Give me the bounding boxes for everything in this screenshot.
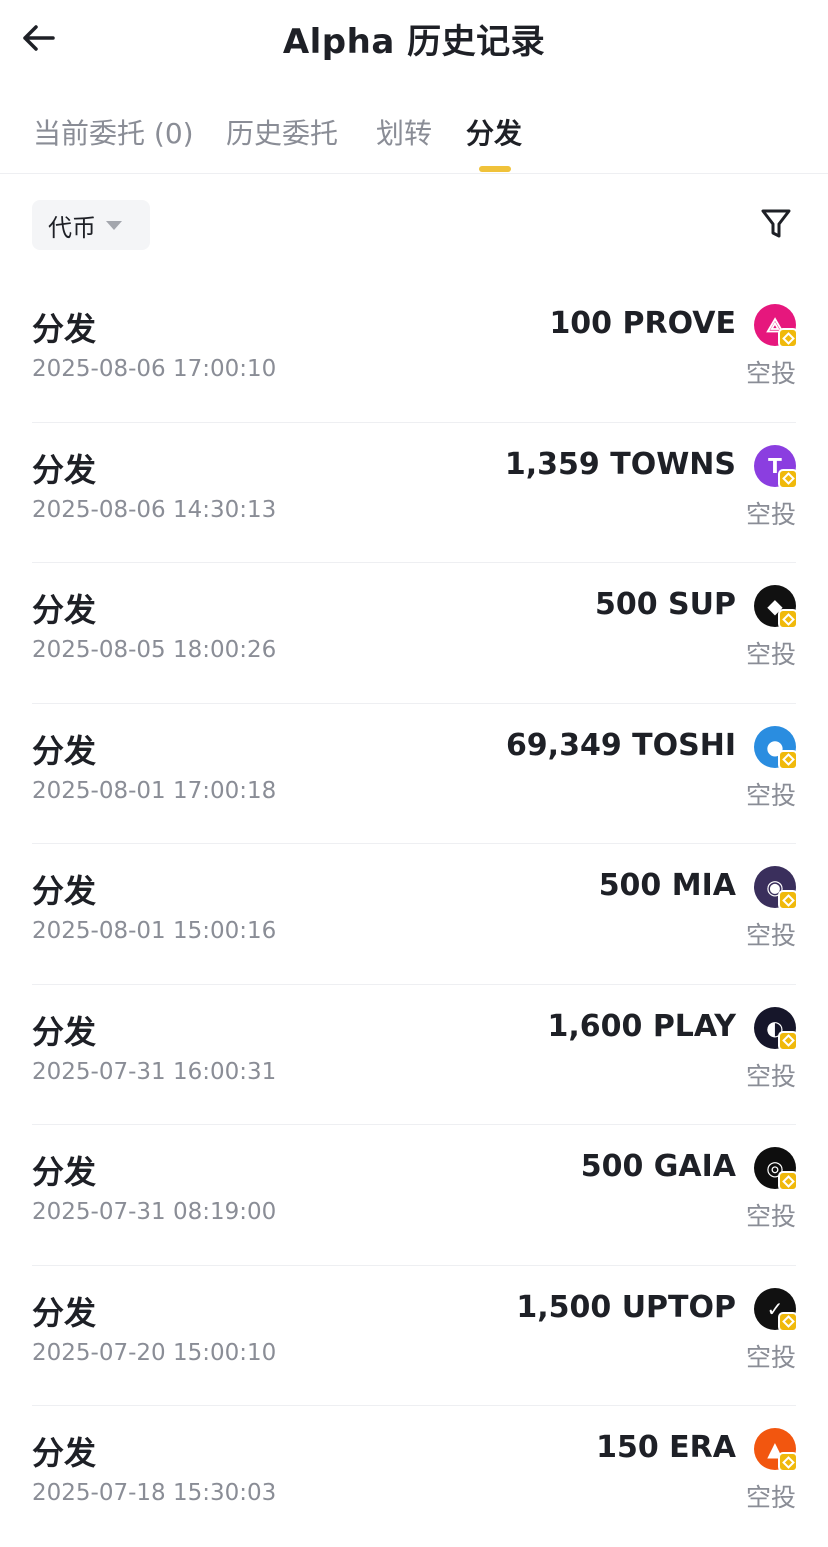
list-item[interactable]: 分发 2025-08-06 14:30:13 1,359 TOWNS T 空投 [32,423,798,563]
record-kind: 空投 [745,1342,796,1372]
coin-dropdown[interactable]: 代币 [32,200,150,250]
record-amount: 500 SUP [594,587,736,622]
record-time: 2025-08-01 17:00:18 [32,777,277,804]
record-type: 分发 [32,1153,97,1191]
list-item[interactable]: 分发 2025-07-31 16:00:31 1,600 PLAY ◐ 空投 [32,985,798,1125]
record-kind: 空投 [745,1483,796,1512]
play-token-icon: ◐ [754,1006,798,1051]
record-type: 分发 [32,591,97,629]
bnb-badge-icon [778,749,798,770]
list-item[interactable]: 分发 2025-08-01 15:00:16 500 MIA ◉ 空投 [32,844,798,985]
toshi-token-icon: ● [754,725,798,770]
record-type: 分发 [32,450,97,489]
coin-dropdown-label: 代币 [48,213,96,242]
record-time: 2025-07-31 16:00:31 [32,1058,277,1085]
filter-row: 代币 [0,198,828,252]
list-item[interactable]: 分发 2025-08-05 18:00:26 500 SUP ◆ 空投 [32,563,798,704]
bnb-badge-icon [778,328,798,348]
record-kind: 空投 [745,499,796,529]
era-token-icon: ▲ [754,1428,798,1472]
list-item[interactable]: 分发 2025-07-20 15:00:10 1,500 UPTOP ✓ 空投 [32,1266,798,1406]
record-time: 2025-08-06 17:00:10 [32,356,277,382]
record-amount: 1,600 PLAY [547,1008,736,1044]
tab-open-orders[interactable]: 当前委托 (0) [33,112,194,152]
record-type: 分发 [32,731,97,770]
list-item[interactable]: 分发 2025-08-01 17:00:18 69,349 TOSHI ● 空投 [32,704,798,844]
record-type: 分发 [32,1293,97,1332]
record-amount: 500 GAIA [580,1149,736,1184]
record-time: 2025-08-06 14:30:13 [32,496,277,523]
funnel-icon [761,209,791,238]
mia-token-icon: ◉ [754,866,798,910]
active-tab-indicator [479,166,511,172]
record-amount: 1,500 UPTOP [516,1289,736,1325]
record-time: 2025-08-05 18:00:26 [32,637,277,663]
record-time: 2025-07-18 15:30:03 [32,1480,277,1506]
record-type: 分发 [32,872,97,910]
record-kind: 空投 [745,640,796,669]
bnb-badge-icon [778,468,798,489]
record-amount: 1,359 TOWNS [504,446,736,482]
tab-distribution[interactable]: 分发 [466,112,522,152]
tab-bar: 当前委托 (0) 历史委托 划转 分发 [0,104,828,174]
record-kind: 空投 [745,1202,796,1231]
uptop-token-icon: ✓ [754,1287,798,1332]
record-time: 2025-07-20 15:00:10 [32,1339,277,1366]
gaia-token-icon: ◎ [754,1147,798,1191]
record-kind: 空投 [745,780,796,810]
bnb-badge-icon [778,1030,798,1051]
towns-token-icon: T [754,444,798,489]
bnb-badge-icon [778,1171,798,1191]
bnb-badge-icon [778,890,798,910]
record-type: 分发 [32,1434,97,1472]
page-title: Alpha 历史记录 [282,22,546,62]
record-amount: 150 ERA [596,1430,736,1465]
filter-button[interactable] [758,206,794,242]
record-amount: 69,349 TOSHI [505,727,736,763]
list-item[interactable]: 分发 2025-07-18 15:30:03 150 ERA ▲ 空投 [32,1406,798,1547]
record-kind: 空投 [745,359,796,388]
prove-token-icon: ⟁ [754,304,798,348]
sup-token-icon: ◆ [754,585,798,629]
bnb-badge-icon [778,1311,798,1332]
distribution-list: 分发 2025-08-06 17:00:10 100 PROVE ⟁ 空投 分发 2025-… [0,282,828,1547]
record-amount: 100 PROVE [549,306,736,341]
tab-order-history[interactable]: 历史委托 [226,112,338,152]
bnb-badge-icon [778,609,798,629]
record-kind: 空投 [745,1061,796,1091]
tab-transfer[interactable]: 划转 [376,112,432,152]
list-item[interactable]: 分发 2025-08-06 17:00:10 100 PROVE ⟁ 空投 [32,282,798,423]
header: Alpha 历史记录 [0,0,828,76]
record-type: 分发 [32,1012,97,1051]
record-kind: 空投 [745,921,796,950]
record-time: 2025-08-01 15:00:16 [32,918,277,944]
record-type: 分发 [32,310,97,348]
caret-down-icon [106,220,122,230]
record-time: 2025-07-31 08:19:00 [32,1199,277,1225]
record-amount: 500 MIA [598,868,736,903]
list-item[interactable]: 分发 2025-07-31 08:19:00 500 GAIA ◎ 空投 [32,1125,798,1266]
bnb-badge-icon [778,1452,798,1472]
